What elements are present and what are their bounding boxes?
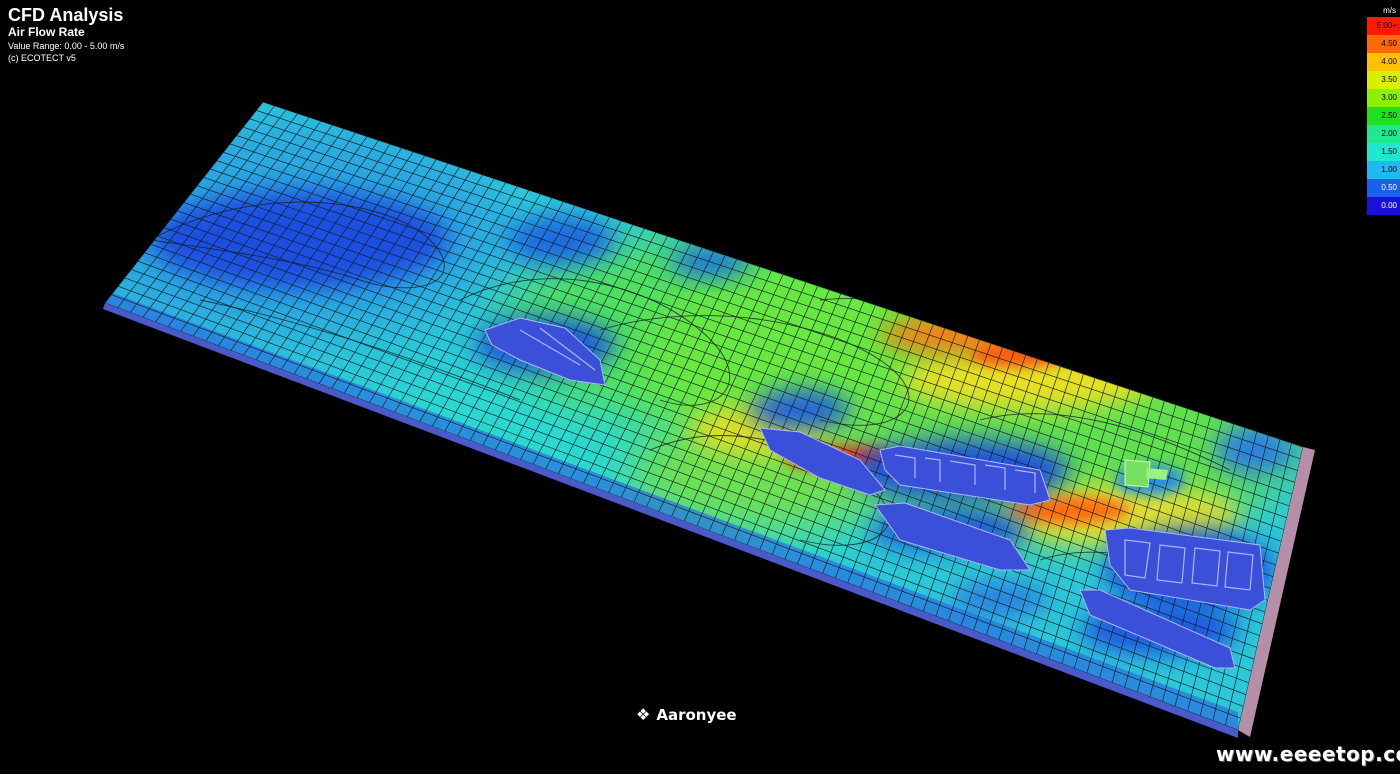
legend-item: 5.00+ — [1367, 17, 1400, 35]
analysis-header: CFD Analysis Air Flow Rate Value Range: … — [8, 5, 124, 64]
legend-unit: m/s — [1383, 6, 1396, 15]
copyright-text: (c) ECOTECT v5 — [8, 53, 76, 63]
analysis-subtitle: Air Flow Rate — [8, 25, 85, 39]
legend-item: 1.00 — [1367, 161, 1400, 179]
legend-item: 0.50 — [1367, 179, 1400, 197]
legend-item: 3.50 — [1367, 71, 1400, 89]
velocity-field — [105, 102, 1303, 730]
legend-rows: 5.00+ 4.50 4.00 3.50 3.00 2.50 2.00 1.50 1.00 0.5… — [1367, 17, 1400, 215]
green-marker-cap — [1146, 468, 1168, 480]
legend-item: 2.00 — [1367, 125, 1400, 143]
analysis-title: CFD Analysis — [8, 5, 124, 25]
value-range-text: Value Range: 0.00 - 5.00 m/s — [8, 41, 125, 51]
cfd-plot[interactable] — [0, 0, 1400, 774]
green-marker-block — [1124, 459, 1151, 488]
legend-item: 1.50 — [1367, 143, 1400, 161]
legend-item: 4.50 — [1367, 35, 1400, 53]
legend-item: 2.50 — [1367, 107, 1400, 125]
legend-item: 4.00 — [1367, 53, 1400, 71]
legend-item: 3.00 — [1367, 89, 1400, 107]
author-name: Aaronyee — [656, 705, 737, 724]
diamond-cluster-icon: ❖ — [636, 705, 651, 724]
color-legend: m/s 5.00+ 4.50 4.00 3.50 3.00 2.50 2.00 1.50 1.0… — [1367, 4, 1400, 215]
author-signature: ❖ Aaronyee — [636, 705, 737, 724]
cfd-viewport[interactable]: CFD Analysis Air Flow Rate Value Range: … — [0, 0, 1400, 774]
legend-item: 0.00 — [1367, 197, 1400, 215]
site-watermark: www.eeeetop.com — [1216, 742, 1400, 766]
